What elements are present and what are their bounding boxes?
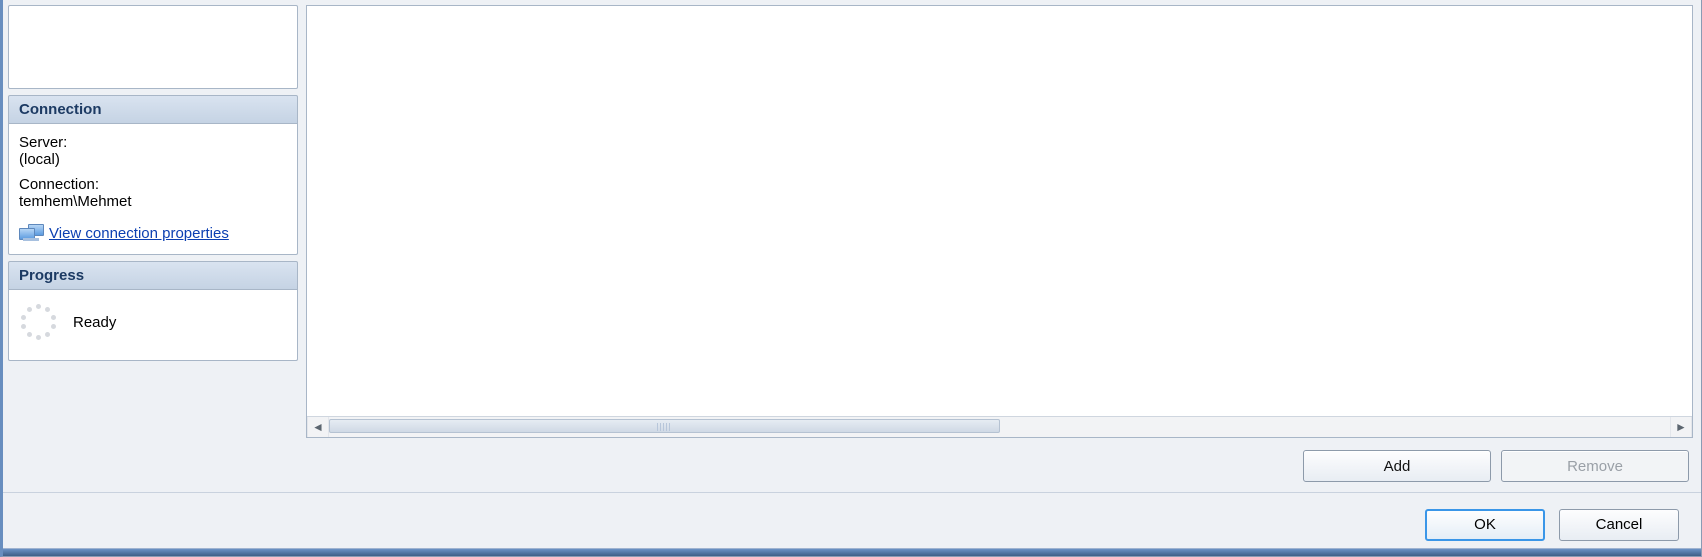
progress-spinner-icon [21, 304, 57, 340]
progress-status-text: Ready [73, 314, 116, 331]
connection-section-header: Connection [8, 95, 298, 124]
progress-section-body: Ready [8, 290, 298, 361]
sidebar-blank-panel [8, 5, 298, 89]
view-connection-properties-link[interactable]: View connection properties [49, 225, 229, 242]
connection-value: temhem\Mehmet [19, 193, 287, 210]
scroll-right-button[interactable]: ► [1670, 417, 1692, 437]
view-connection-properties-row: View connection properties [19, 224, 287, 242]
connection-properties-icon [19, 224, 41, 242]
connection-section: Connection Server: (local) Connection: t… [8, 95, 298, 261]
server-value: (local) [19, 151, 287, 168]
ok-button[interactable]: OK [1425, 509, 1545, 541]
window-bottom-border [3, 548, 1701, 556]
scroll-left-button[interactable]: ◄ [307, 417, 329, 437]
left-sidebar: Connection Server: (local) Connection: t… [8, 5, 298, 492]
dialog-window: Connection Server: (local) Connection: t… [0, 0, 1702, 557]
main-panel: ◄ ► Add Remove [306, 5, 1693, 492]
content-list-area[interactable] [307, 6, 1692, 416]
progress-section-header: Progress [8, 261, 298, 290]
connection-section-body: Server: (local) Connection: temhem\Mehme… [8, 124, 298, 255]
content-actions-row: Add Remove [306, 438, 1693, 492]
dialog-footer: OK Cancel [3, 492, 1701, 556]
content-list-box: ◄ ► [306, 5, 1693, 438]
server-label: Server: [19, 134, 287, 151]
add-button[interactable]: Add [1303, 450, 1491, 482]
horizontal-scrollbar[interactable]: ◄ ► [307, 416, 1692, 437]
remove-button: Remove [1501, 450, 1689, 482]
connection-label: Connection: [19, 176, 287, 193]
progress-section: Progress Ready [8, 261, 298, 367]
dialog-body: Connection Server: (local) Connection: t… [3, 0, 1701, 492]
scrollbar-track[interactable] [329, 417, 1670, 437]
cancel-button[interactable]: Cancel [1559, 509, 1679, 541]
scrollbar-thumb[interactable] [329, 419, 1000, 433]
